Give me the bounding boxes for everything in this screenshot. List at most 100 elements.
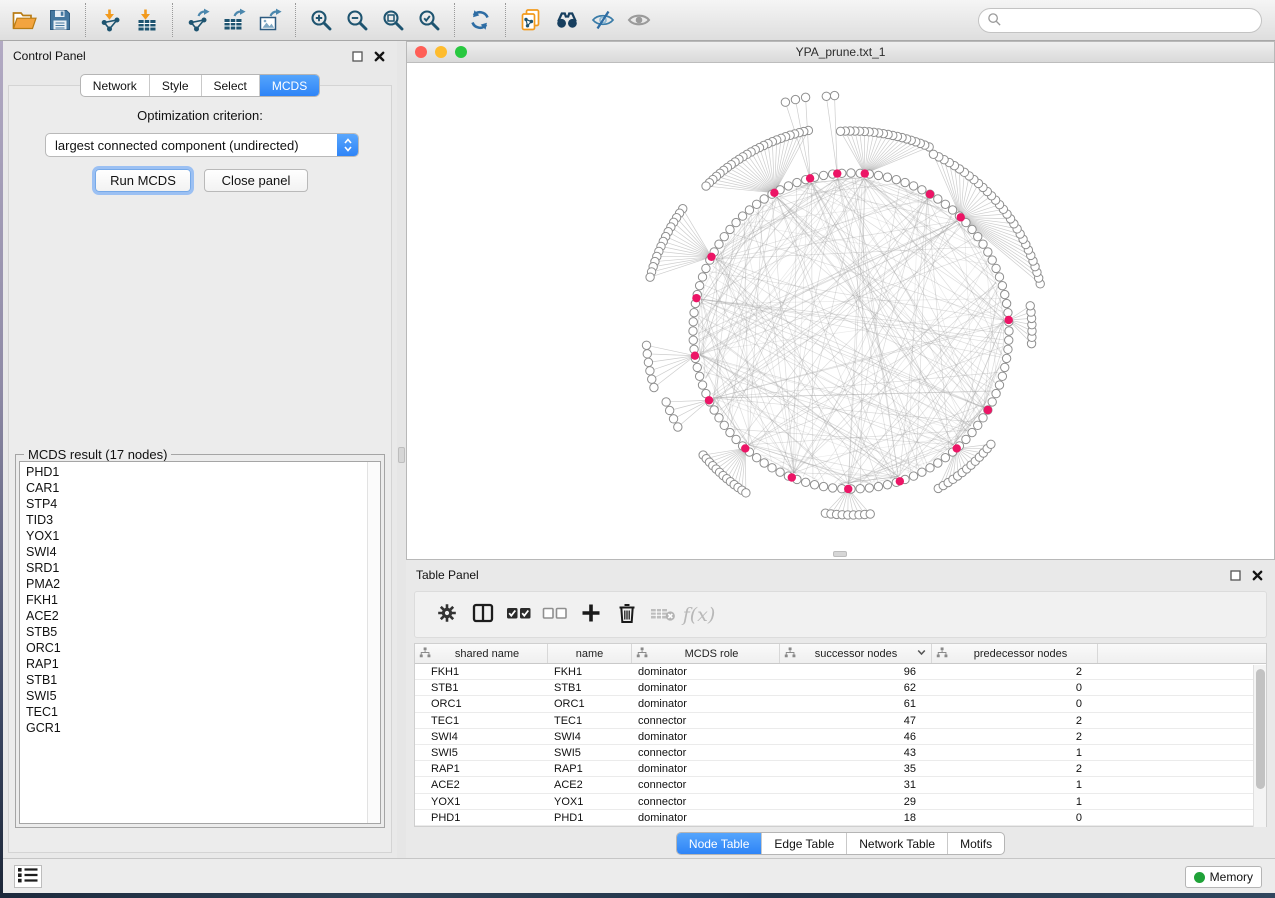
table-row[interactable]: SWI5SWI5connector431: [415, 745, 1266, 761]
mcds-result-list[interactable]: PHD1CAR1STP4TID3YOX1SWI4SRD1PMA2FKH1ACE2…: [19, 461, 381, 824]
delete-column-button[interactable]: [609, 597, 645, 633]
search-input[interactable]: [1002, 11, 1261, 31]
split-columns-button[interactable]: [465, 597, 501, 633]
hide-selected-button[interactable]: [585, 2, 621, 38]
dominator-node: [741, 444, 749, 452]
control-panel-float-button[interactable]: [349, 49, 365, 63]
optimization-criterion-dropdown[interactable]: largest connected component (undirected): [45, 133, 359, 157]
find-network-button[interactable]: [549, 2, 585, 38]
mcds-result-item[interactable]: GCR1: [20, 720, 367, 736]
network-splitter-handle[interactable]: [833, 551, 847, 557]
table-cell: 1: [932, 794, 1098, 809]
show-all-button[interactable]: [621, 2, 657, 38]
tab-select[interactable]: Select: [201, 75, 259, 96]
mcds-result-item[interactable]: TEC1: [20, 704, 367, 720]
column-header-MCDS-role[interactable]: MCDS role: [632, 644, 780, 663]
window-minimize-button[interactable]: [435, 46, 447, 58]
export-image-icon: [258, 8, 282, 32]
table-panel-close-button[interactable]: [1249, 568, 1265, 582]
node-table-body: FKH1FKH1dominator962STB1STB1dominator620…: [415, 664, 1266, 826]
tab-style[interactable]: Style: [149, 75, 201, 96]
table-panel-float-button[interactable]: [1227, 568, 1243, 582]
zoom-out-button[interactable]: [339, 2, 375, 38]
table-scrollbar[interactable]: [1253, 665, 1266, 827]
tab-edge-table[interactable]: Edge Table: [761, 833, 846, 854]
table-row[interactable]: RAP1RAP1dominator352: [415, 761, 1266, 777]
table-row[interactable]: FKH1FKH1dominator962: [415, 664, 1266, 680]
mcds-result-item[interactable]: STB1: [20, 672, 367, 688]
mcds-result-item[interactable]: PHD1: [20, 464, 367, 480]
mcds-result-item[interactable]: ACE2: [20, 608, 367, 624]
mcds-result-item[interactable]: STB5: [20, 624, 367, 640]
window-close-button[interactable]: [415, 46, 427, 58]
network-canvas[interactable]: [407, 63, 1274, 559]
import-table-button[interactable]: [129, 2, 165, 38]
table-row[interactable]: ACE2ACE2connector311: [415, 777, 1266, 793]
mcds-result-item[interactable]: YOX1: [20, 528, 367, 544]
column-header-name[interactable]: name: [548, 644, 632, 663]
table-row[interactable]: SWI4SWI4dominator462: [415, 729, 1266, 745]
memory-button[interactable]: Memory: [1185, 866, 1262, 888]
export-network-button[interactable]: [180, 2, 216, 38]
import-network-button[interactable]: [93, 2, 129, 38]
column-header-shared-name[interactable]: shared name: [415, 644, 548, 663]
refresh-button[interactable]: [462, 2, 498, 38]
mcds-result-item[interactable]: SRD1: [20, 560, 367, 576]
gear-button[interactable]: [429, 597, 465, 633]
tab-network-table[interactable]: Network Table: [846, 833, 947, 854]
table-cell: ORC1: [415, 696, 548, 711]
network-window-titlebar[interactable]: YPA_prune.txt_1: [407, 42, 1274, 63]
zoom-selected-button[interactable]: [411, 2, 447, 38]
table-cell: PHD1: [548, 810, 632, 825]
function-builder-button[interactable]: f(x): [681, 597, 717, 633]
duplicate-network-button[interactable]: [513, 2, 549, 38]
table-scrollbar-thumb[interactable]: [1256, 669, 1265, 789]
table-row[interactable]: STB1STB1dominator620: [415, 680, 1266, 696]
add-column-button[interactable]: [573, 597, 609, 633]
table-row[interactable]: ORC1ORC1dominator610: [415, 696, 1266, 712]
table-cell: connector: [632, 777, 780, 792]
column-header-successor-nodes[interactable]: successor nodes: [780, 644, 932, 663]
select-all-button[interactable]: [501, 597, 537, 633]
mcds-result-item[interactable]: SWI4: [20, 544, 367, 560]
control-panel-close-button[interactable]: [371, 49, 387, 63]
zoom-fit-button[interactable]: [375, 2, 411, 38]
open-file-button[interactable]: [6, 2, 42, 38]
mcds-result-item[interactable]: TID3: [20, 512, 367, 528]
save-button[interactable]: [42, 2, 78, 38]
tab-node-table[interactable]: Node Table: [677, 833, 762, 854]
table-cell: YOX1: [415, 794, 548, 809]
mcds-result-item[interactable]: RAP1: [20, 656, 367, 672]
import-network-icon: [99, 8, 123, 32]
table-cell: 2: [932, 664, 1098, 679]
deselect-all-button[interactable]: [537, 597, 573, 633]
run-mcds-button[interactable]: Run MCDS: [95, 169, 191, 192]
task-history-button[interactable]: [14, 865, 42, 888]
panel-splitter[interactable]: [397, 41, 406, 858]
table-row[interactable]: YOX1YOX1connector291: [415, 794, 1266, 810]
tab-mcds[interactable]: MCDS: [259, 75, 319, 96]
tab-network[interactable]: Network: [81, 75, 149, 96]
search-box[interactable]: [978, 8, 1262, 33]
mcds-list-scrollbar[interactable]: [367, 462, 380, 823]
export-table-icon: [222, 8, 246, 32]
close-panel-button[interactable]: Close panel: [204, 169, 308, 192]
column-header-predecessor-nodes[interactable]: predecessor nodes: [932, 644, 1098, 663]
mcds-result-item[interactable]: CAR1: [20, 480, 367, 496]
window-maximize-button[interactable]: [455, 46, 467, 58]
mcds-result-item[interactable]: STP4: [20, 496, 367, 512]
export-table-button[interactable]: [216, 2, 252, 38]
mcds-result-item[interactable]: FKH1: [20, 592, 367, 608]
sort-descending-icon: [916, 647, 927, 661]
mcds-result-item[interactable]: PMA2: [20, 576, 367, 592]
table-row[interactable]: PHD1PHD1dominator180: [415, 810, 1266, 826]
mcds-result-item[interactable]: SWI5: [20, 688, 367, 704]
splitter-handle[interactable]: [398, 447, 405, 463]
export-image-button[interactable]: [252, 2, 288, 38]
table-row[interactable]: TEC1TEC1connector472: [415, 713, 1266, 729]
zoom-in-button[interactable]: [303, 2, 339, 38]
network-graph[interactable]: [407, 63, 1274, 559]
mcds-result-item[interactable]: ORC1: [20, 640, 367, 656]
delete-table-button[interactable]: [645, 597, 681, 633]
tab-motifs[interactable]: Motifs: [947, 833, 1004, 854]
